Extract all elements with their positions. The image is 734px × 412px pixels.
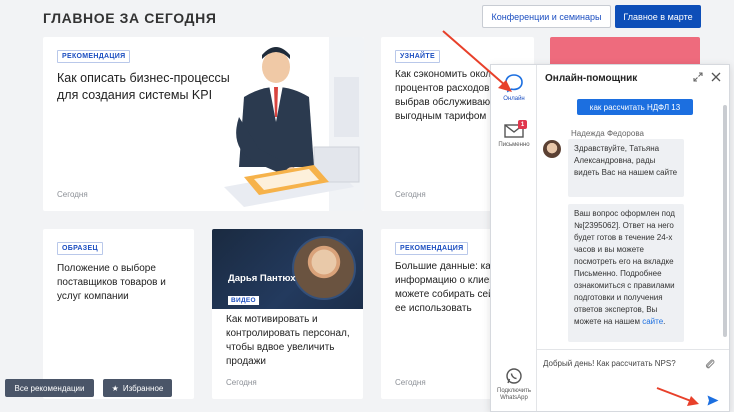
promo-banner[interactable] xyxy=(550,37,700,67)
divider xyxy=(537,349,729,350)
card-tag: РЕКОМЕНДАЦИЯ xyxy=(395,242,469,255)
card-tag: РЕКОМЕНДАЦИЯ xyxy=(57,50,131,63)
article-card[interactable]: РЕКОМЕНДАЦИЯ Как описать бизнес-процессы… xyxy=(43,37,364,211)
user-message: как рассчитать НДФЛ 13 xyxy=(577,99,693,115)
close-icon[interactable] xyxy=(711,72,721,82)
expand-icon[interactable] xyxy=(693,72,703,82)
channel-online-label: Онлайн xyxy=(503,96,525,102)
conferences-button[interactable]: Конференции и семинары xyxy=(482,5,611,28)
page-title: ГЛАВНОЕ ЗА СЕГОДНЯ xyxy=(43,10,217,26)
channel-mail-label: Письменно xyxy=(498,142,530,148)
card-tag: УЗНАЙТЕ xyxy=(395,50,440,63)
march-highlights-button[interactable]: Главное в марте xyxy=(615,5,701,28)
card-title[interactable]: Как мотивировать и контролировать персон… xyxy=(226,313,351,369)
card-tag: ОБРАЗЕЦ xyxy=(57,242,103,255)
chat-bubble-icon xyxy=(505,74,523,93)
card-date: Сегодня xyxy=(226,378,257,387)
chat-title: Онлайн-помощник xyxy=(545,72,638,84)
video-thumbnail[interactable]: Дарья Пантюх ВИДЕО xyxy=(212,229,363,309)
card-date: Сегодня xyxy=(395,190,426,199)
card-date: Сегодня xyxy=(395,378,426,387)
send-icon[interactable] xyxy=(707,395,719,406)
card-title[interactable]: Положение о выборе поставщиков товаров и… xyxy=(57,262,187,304)
whatsapp-icon xyxy=(506,368,522,384)
online-assistant-widget: Онлайн 1 Письменно Подключить WhatsApp О… xyxy=(490,64,730,412)
video-card[interactable]: Дарья Пантюх ВИДЕО Как мотивировать и ко… xyxy=(212,229,363,399)
video-badge: ВИДЕО xyxy=(228,296,259,305)
paperclip-icon[interactable] xyxy=(705,358,715,370)
site-link[interactable]: сайте xyxy=(642,317,663,326)
star-icon: ★ xyxy=(111,383,119,393)
card-date: Сегодня xyxy=(57,190,88,199)
agent-message: Ваш вопрос оформлен под №[2395062]. Отве… xyxy=(568,204,684,342)
channel-mail[interactable]: 1 Письменно xyxy=(491,120,537,148)
agent-avatar xyxy=(543,140,561,158)
speaker-photo xyxy=(292,236,356,300)
chat-scrollbar[interactable] xyxy=(723,105,727,337)
favorites-label: Избранное xyxy=(122,383,164,393)
businessman-illustration xyxy=(224,37,364,211)
mail-count-badge: 1 xyxy=(518,120,527,129)
channel-online[interactable]: Онлайн xyxy=(491,73,537,102)
chat-message-input[interactable]: Добрый день! Как рассчитать NPS? xyxy=(543,359,693,368)
agent-name: Надежда Федорова xyxy=(571,129,644,138)
article-card[interactable]: ОБРАЗЕЦ Положение о выборе поставщиков т… xyxy=(43,229,194,399)
channel-whatsapp[interactable]: Подключить WhatsApp xyxy=(491,367,537,402)
chat-channel-rail: Онлайн 1 Письменно Подключить WhatsApp xyxy=(491,65,537,411)
agent-message: Здравствуйте, Татьяна Александровна, рад… xyxy=(568,139,684,197)
speaker-name: Дарья Пантюх xyxy=(228,273,296,284)
agent-message-text: Ваш вопрос оформлен под №[2395062]. Отве… xyxy=(574,209,675,326)
channel-whatsapp-label: Подключить WhatsApp xyxy=(497,388,531,401)
all-recommendations-button[interactable]: Все рекомендации xyxy=(5,379,94,397)
favorites-button[interactable]: ★ Избранное xyxy=(103,379,172,397)
